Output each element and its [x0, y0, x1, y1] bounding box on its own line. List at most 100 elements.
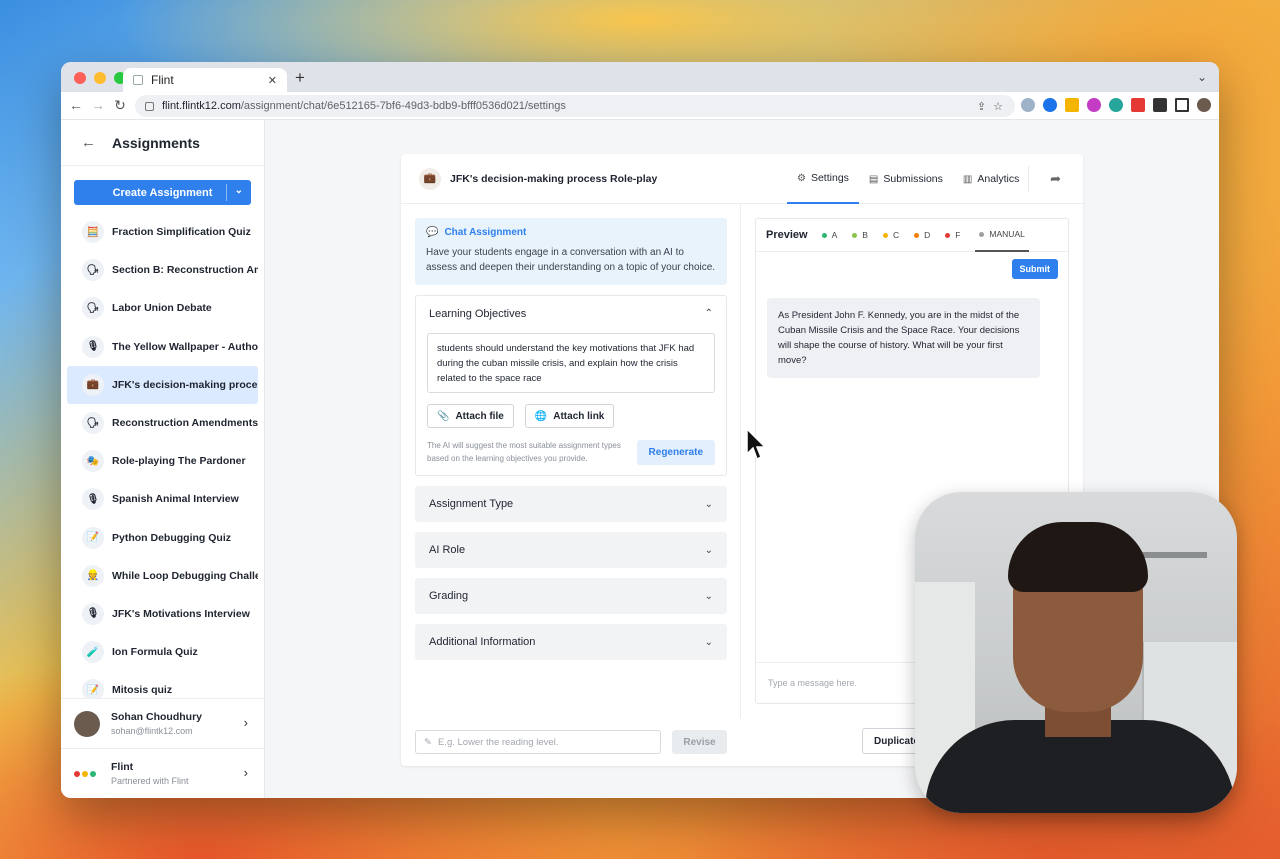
sidepanel-icon[interactable] — [1175, 98, 1189, 112]
list-item[interactable]: 🗣 Labor Union Debate — [67, 289, 258, 327]
puzzle-icon[interactable] — [1153, 98, 1167, 112]
chevron-down-icon[interactable]: ⌄ — [235, 185, 243, 196]
revise-bar: ✎ E.g. Lower the reading level. Revise — [401, 718, 741, 766]
profile-avatar[interactable] — [1197, 98, 1211, 112]
learning-objectives-textarea[interactable]: students should understand the key motiv… — [427, 333, 715, 393]
extension-icon[interactable] — [1109, 98, 1123, 112]
grading-section[interactable]: Grading ⌄ — [415, 578, 727, 614]
regenerate-note: The AI will suggest the most suitable as… — [427, 441, 621, 463]
assignment-icon: 💼 — [82, 373, 104, 396]
reload-icon[interactable]: ↻ — [109, 97, 131, 114]
close-window-button[interactable] — [74, 72, 86, 84]
list-item[interactable]: 📝 Python Debugging Quiz — [67, 519, 258, 557]
tab-list-chevron-icon[interactable]: ⌄ — [1197, 70, 1207, 84]
org-profile[interactable]: Flint Partnered with Flint › — [61, 748, 264, 798]
duplicate-button[interactable]: Duplicate — [862, 728, 922, 754]
assignment-icon: 🧪 — [82, 641, 104, 664]
regenerate-button[interactable]: Regenerate — [636, 439, 715, 465]
list-item[interactable]: 🎙 Spanish Animal Interview — [67, 480, 258, 518]
back-icon[interactable]: ← — [65, 97, 87, 114]
attach-link-button[interactable]: 🌐 Attach link — [524, 404, 615, 428]
attach-file-button[interactable]: 📎 Attach file — [427, 404, 514, 428]
assignment-icon: 🎙 — [82, 335, 104, 358]
grade-d-tab[interactable]: D — [914, 230, 930, 240]
gear-icon: ⚙ — [797, 172, 806, 184]
chat-bubble-icon: 💬 — [426, 227, 439, 238]
ai-role-section[interactable]: AI Role ⌄ — [415, 532, 727, 568]
org-name: Flint — [111, 761, 134, 773]
assignment-icon: 🧮 — [82, 221, 104, 244]
list-item[interactable]: 🗣 Section B: Reconstruction Amen… — [67, 251, 258, 289]
extension-icon[interactable] — [1021, 98, 1035, 112]
tab-analytics[interactable]: ▥ Analytics — [953, 154, 1029, 204]
new-tab-button[interactable]: + — [295, 68, 305, 88]
sidebar-title: Assignments — [112, 134, 200, 151]
extension-icon[interactable] — [1065, 98, 1079, 112]
assignment-title: JFK's decision-making process Role-play — [450, 172, 658, 185]
chevron-down-icon: ⌄ — [704, 544, 713, 556]
list-item[interactable]: 🗣 Reconstruction Amendments De… — [67, 404, 258, 442]
revise-button[interactable]: Revise — [672, 730, 727, 754]
document-icon: ▤ — [868, 173, 879, 185]
list-item[interactable]: 👷 While Loop Debugging Challenge — [67, 557, 258, 595]
grade-a-dot — [821, 232, 827, 238]
grade-manual-label: MANUAL — [989, 229, 1025, 239]
revise-input[interactable]: ✎ E.g. Lower the reading level. — [415, 730, 661, 754]
submit-button[interactable]: Submit — [1011, 259, 1058, 279]
assignment-type-section[interactable]: Assignment Type ⌄ — [415, 486, 727, 522]
chevron-down-icon: ⌄ — [704, 590, 713, 602]
chevron-up-icon[interactable]: ⌃ — [705, 308, 713, 319]
magic-wand-icon: ✎ — [424, 736, 432, 748]
avatar — [74, 710, 100, 737]
grade-a-label: A — [831, 230, 838, 240]
learning-objectives-header[interactable]: Learning Objectives ⌃ — [416, 296, 726, 331]
extension-icon[interactable] — [1043, 98, 1057, 112]
mouse-cursor-icon — [746, 428, 766, 461]
assignment-label: Labor Union Debate — [112, 302, 212, 315]
tab-analytics-label: Analytics — [977, 173, 1020, 185]
user-profile[interactable]: Sohan Choudhury sohan@flintk12.com › — [61, 698, 264, 748]
create-assignment-button[interactable]: Create Assignment ⌄ — [74, 180, 251, 205]
additional-info-title: Additional Information — [429, 636, 536, 648]
forward-icon[interactable]: → — [87, 97, 109, 114]
grade-f-tab[interactable]: F — [945, 230, 960, 240]
list-item[interactable]: 💼 JFK's decision-making process … — [67, 365, 258, 404]
assignment-icon: 🗣 — [82, 297, 104, 320]
grade-a-tab[interactable]: A — [821, 230, 838, 240]
list-item[interactable]: 🎭 Role-playing The Pardoner — [67, 442, 258, 480]
extension-icon[interactable] — [1131, 98, 1145, 112]
address-bar[interactable]: flint.flintk12.com /assignment/chat/6e51… — [135, 95, 1015, 117]
bookmark-star-icon[interactable]: ☆ — [993, 100, 1003, 113]
share-page-icon[interactable]: ⇪ — [977, 100, 986, 113]
bar-chart-icon: ▥ — [962, 173, 973, 185]
browser-tab[interactable]: Flint ✕ — [123, 68, 287, 92]
grade-b-tab[interactable]: B — [852, 230, 868, 240]
assignment-icon: 🎙 — [82, 488, 104, 511]
back-arrow-icon[interactable]: ← — [81, 134, 96, 151]
list-item[interactable]: 🧪 Ion Formula Quiz — [67, 633, 258, 671]
assignment-icon: 🗣 — [82, 412, 104, 435]
assignment-label: Reconstruction Amendments De… — [112, 417, 258, 430]
share-icon[interactable]: ➦ — [1050, 171, 1061, 187]
extension-icon[interactable] — [1087, 98, 1101, 112]
grade-f-label: F — [955, 230, 961, 240]
chevron-right-icon: › — [243, 715, 248, 730]
additional-info-section[interactable]: Additional Information ⌄ — [415, 624, 727, 660]
tab-submissions[interactable]: ▤ Submissions — [859, 154, 953, 204]
org-logo — [74, 767, 100, 781]
chat-assignment-desc: Have your students engage in a conversat… — [426, 247, 716, 273]
grade-c-tab[interactable]: C — [882, 230, 899, 240]
list-item[interactable]: 🎙 JFK's Motivations Interview — [67, 595, 258, 633]
settings-pane: 💬 Chat Assignment Have your students eng… — [401, 204, 741, 718]
grade-b-dot — [852, 232, 858, 238]
chevron-down-icon: ⌄ — [704, 636, 713, 648]
tab-close-icon[interactable]: ✕ — [268, 74, 277, 87]
assignment-label: The Yellow Wallpaper - Author I… — [112, 340, 258, 353]
globe-icon: 🌐 — [534, 410, 548, 422]
list-item[interactable]: 🧮 Fraction Simplification Quiz — [67, 213, 258, 251]
minimize-window-button[interactable] — [94, 72, 106, 84]
grade-manual-tab[interactable]: MANUAL — [975, 219, 1029, 252]
revise-placeholder: E.g. Lower the reading level. — [437, 736, 559, 748]
list-item[interactable]: 🎙 The Yellow Wallpaper - Author I… — [67, 328, 258, 366]
tab-settings[interactable]: ⚙ Settings — [787, 154, 859, 204]
